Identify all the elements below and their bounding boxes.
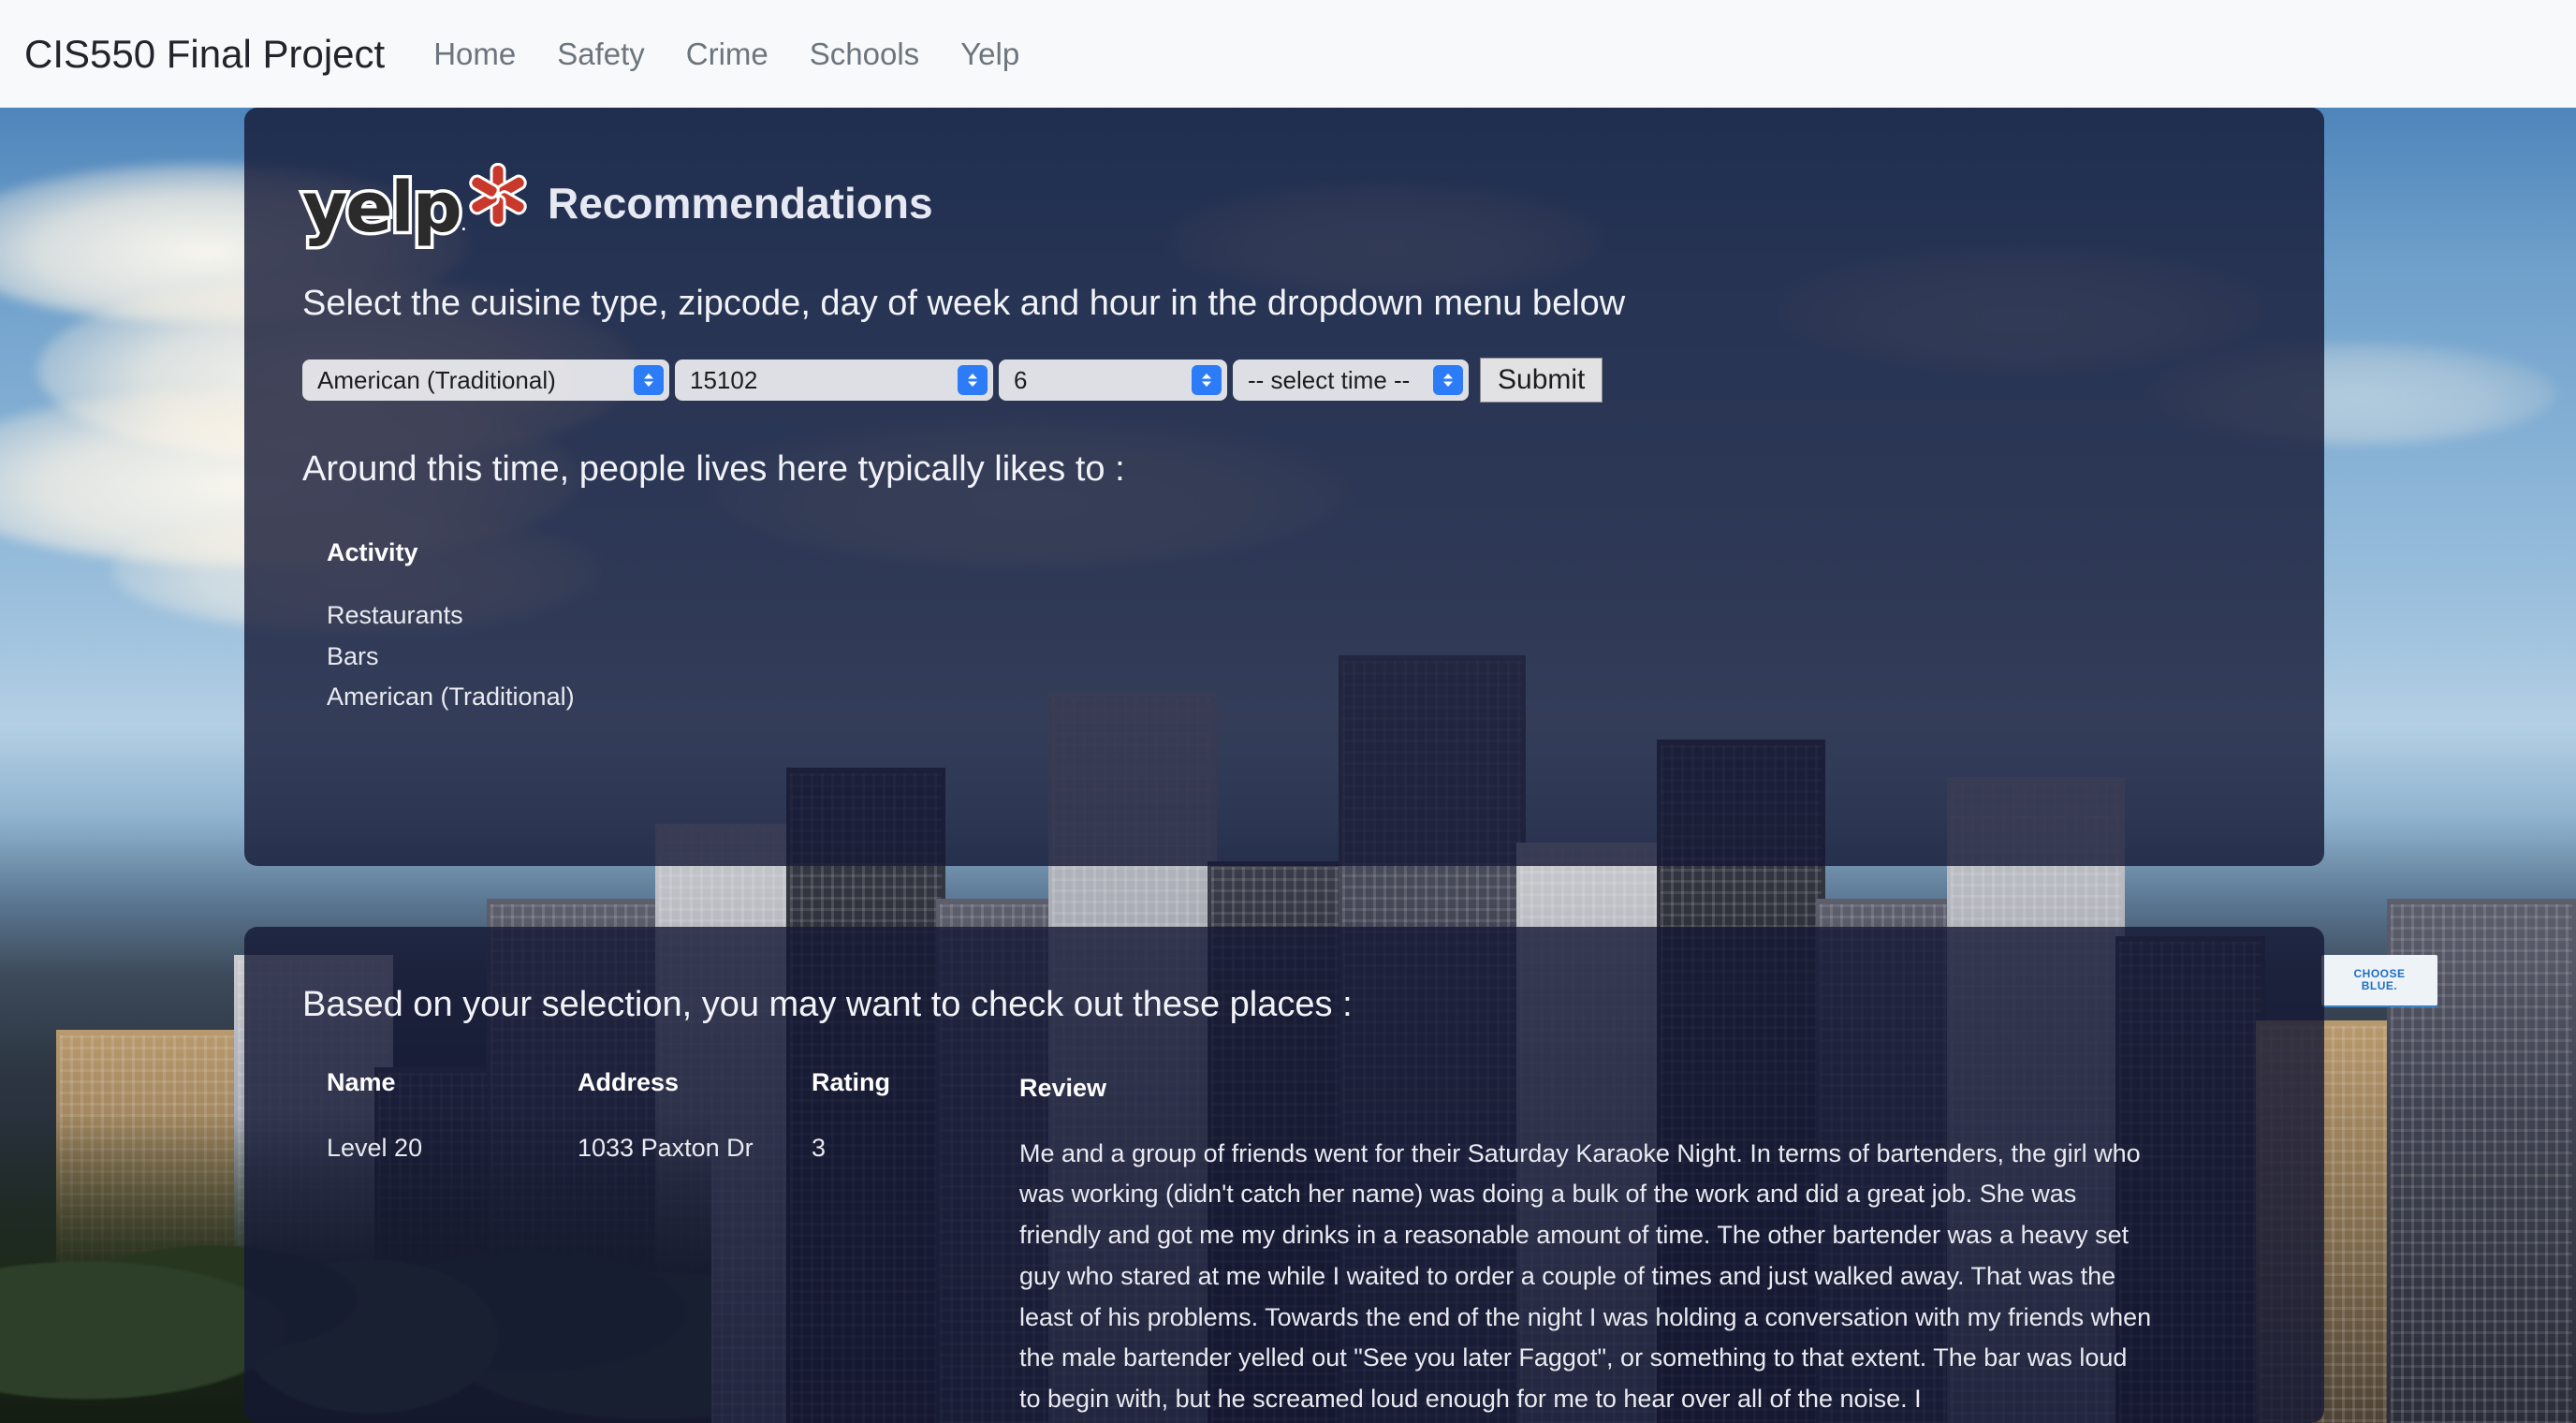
zipcode-select-value: 15102 bbox=[690, 365, 758, 394]
list-item: Restaurants bbox=[327, 601, 463, 629]
day-select-value: 6 bbox=[1014, 365, 1028, 394]
cuisine-select[interactable]: American (Traditional) bbox=[302, 359, 669, 401]
places-table: Name Address Rating Review Level 20 1033… bbox=[302, 1068, 2266, 1420]
yelp-burst-icon bbox=[461, 158, 534, 231]
cell-address: 1033 Paxton Dr bbox=[578, 1133, 754, 1162]
yelp-logo: yelp . bbox=[300, 163, 534, 248]
list-item: American (Traditional) bbox=[327, 682, 575, 712]
nav-link-home[interactable]: Home bbox=[433, 37, 516, 72]
nav-link-safety[interactable]: Safety bbox=[557, 37, 645, 72]
yelp-header: yelp . Recommendations bbox=[300, 163, 2266, 248]
column-header-address: Address bbox=[578, 1068, 680, 1096]
brand-title[interactable]: CIS550 Final Project bbox=[24, 32, 385, 77]
billboard-line-2: BLUE. bbox=[2361, 979, 2398, 992]
time-select[interactable]: -- select time -- bbox=[1233, 359, 1469, 401]
list-item: Bars bbox=[327, 641, 379, 670]
chevron-updown-icon[interactable] bbox=[1433, 365, 1463, 395]
day-select[interactable]: 6 bbox=[999, 359, 1227, 401]
submit-button[interactable]: Submit bbox=[1480, 358, 1603, 403]
instruction-text: Select the cuisine type, zipcode, day of… bbox=[302, 284, 1626, 323]
column-header-rating: Rating bbox=[812, 1068, 890, 1096]
table-header-row: Name Address Rating Review bbox=[327, 1068, 2266, 1109]
activity-heading: Around this time, people lives here typi… bbox=[302, 449, 1125, 489]
time-select-value: -- select time -- bbox=[1248, 365, 1411, 394]
places-panel: Based on your selection, you may want to… bbox=[244, 927, 2324, 1423]
column-header-review: Review bbox=[1019, 1074, 1107, 1102]
cell-rating: 3 bbox=[812, 1133, 827, 1162]
nav-links: Home Safety Crime Schools Yelp bbox=[433, 37, 1019, 72]
cuisine-select-value: American (Traditional) bbox=[317, 365, 556, 394]
filter-controls: American (Traditional) 15102 6 -- select… bbox=[302, 358, 2266, 403]
recommendations-panel: yelp . Recommendations Select the cuisin… bbox=[244, 108, 2324, 866]
navbar: CIS550 Final Project Home Safety Crime S… bbox=[0, 0, 2576, 108]
cell-name: Level 20 bbox=[327, 1133, 423, 1162]
nav-link-crime[interactable]: Crime bbox=[686, 37, 768, 72]
nav-link-yelp[interactable]: Yelp bbox=[960, 37, 1019, 72]
chevron-updown-icon[interactable] bbox=[958, 365, 988, 395]
activity-table: Activity Restaurants Bars American (Trad… bbox=[302, 538, 2266, 718]
cell-review: Me and a group of friends went for their… bbox=[1019, 1138, 2152, 1414]
chevron-updown-icon[interactable] bbox=[634, 365, 664, 395]
chevron-updown-icon[interactable] bbox=[1192, 365, 1222, 395]
page-title: Recommendations bbox=[548, 179, 933, 227]
zipcode-select[interactable]: 15102 bbox=[675, 359, 993, 401]
yelp-wordmark: yelp bbox=[300, 167, 466, 248]
table-row: Level 20 1033 Paxton Dr 3 Me and a group… bbox=[327, 1134, 2266, 1420]
nav-link-schools[interactable]: Schools bbox=[810, 37, 919, 72]
places-heading: Based on your selection, you may want to… bbox=[302, 985, 1353, 1024]
billboard: CHOOSE BLUE. bbox=[2321, 955, 2437, 1005]
activity-list: Restaurants Bars American (Traditional) bbox=[327, 595, 2266, 718]
activity-column-header: Activity bbox=[327, 538, 418, 566]
column-header-name: Name bbox=[327, 1068, 396, 1096]
